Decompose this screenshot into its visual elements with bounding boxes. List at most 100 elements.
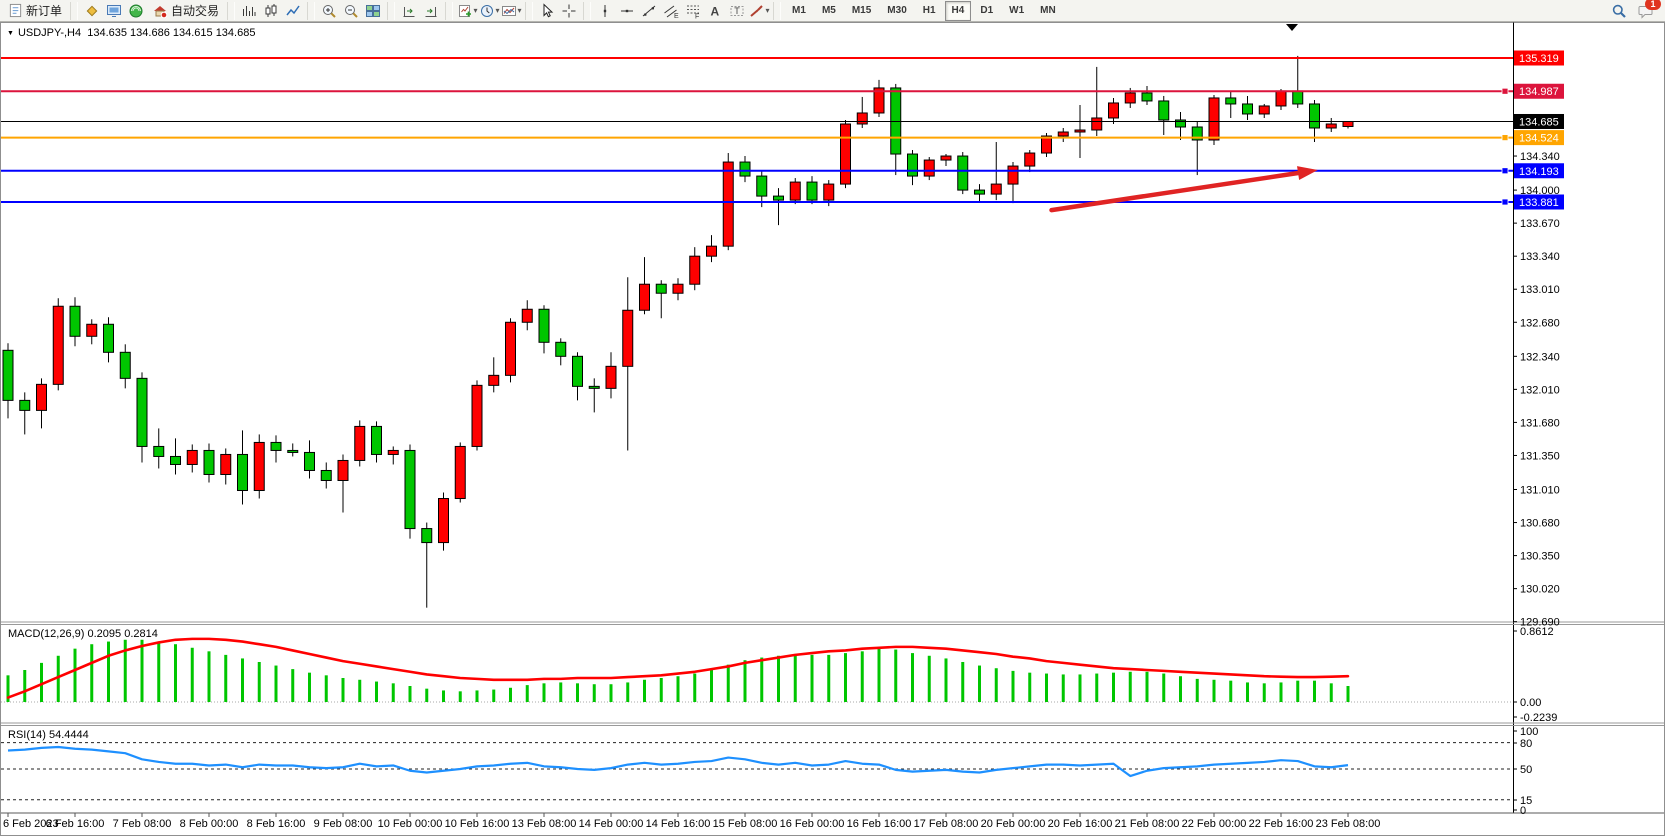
cursor-icon[interactable] — [536, 1, 558, 21]
time-tick-label: 7 Feb 08:00 — [113, 818, 172, 830]
rsi-tick-label: 100 — [1520, 726, 1538, 738]
macd-hist-bar — [325, 675, 328, 702]
new-chart-icon[interactable]: ▾ — [456, 1, 478, 21]
macd-hist-bar — [291, 669, 294, 702]
candle — [20, 400, 30, 410]
chevron-down-icon[interactable]: ▾ — [518, 6, 522, 15]
text-icon[interactable]: A — [704, 1, 726, 21]
timeframe-W1[interactable]: W1 — [1002, 1, 1031, 21]
rsi-name: RSI(14) — [8, 729, 46, 741]
price-line-label: 134.987 — [1519, 86, 1559, 98]
rsi-value: 54.4444 — [49, 729, 89, 741]
macd-hist-bar — [677, 676, 680, 702]
metaeditor-icon[interactable] — [81, 1, 103, 21]
new-order-button[interactable]: 新订单 — [3, 0, 67, 22]
autotrading-button[interactable]: 自动交易 — [147, 0, 224, 22]
macd-hist-bar — [1045, 674, 1048, 702]
timeframe-H1[interactable]: H1 — [916, 1, 943, 21]
zoom-in-icon[interactable] — [318, 1, 340, 21]
hline-handle[interactable] — [1502, 135, 1508, 141]
chevron-down-icon[interactable]: ▾ — [474, 6, 478, 15]
timeframe-M15[interactable]: M15 — [845, 1, 878, 21]
line-chart-icon[interactable] — [282, 1, 304, 21]
macd-hist-bar — [392, 683, 395, 702]
candle — [757, 176, 767, 196]
macd-hist-bar — [1280, 682, 1283, 702]
price-axis[interactable]: 134.340134.000133.670133.340133.010132.6… — [1513, 151, 1560, 817]
tile-windows-icon[interactable] — [362, 1, 384, 21]
data-window-icon[interactable] — [103, 1, 125, 21]
notifications-icon[interactable]: 1 — [1634, 1, 1656, 21]
timeframe-MN[interactable]: MN — [1033, 1, 1063, 21]
macd-hist-bar — [777, 656, 780, 702]
macd-hist-bar — [174, 644, 177, 702]
macd-hist-bar — [894, 650, 897, 702]
candle — [187, 450, 197, 464]
chart-window[interactable]: 135.319134.987134.685134.524134.193133.8… — [0, 22, 1665, 837]
chevron-down-icon[interactable]: ▾ — [766, 6, 770, 15]
candle — [1343, 121, 1353, 126]
candle — [573, 356, 583, 386]
price-line-label: 133.881 — [1519, 197, 1559, 209]
vertical-line-icon[interactable] — [594, 1, 616, 21]
candle — [991, 184, 1001, 194]
text-icon: A — [707, 3, 723, 19]
crosshair-icon[interactable] — [558, 1, 580, 21]
chart-frame — [1, 23, 1665, 836]
hline-handle[interactable] — [1502, 199, 1508, 205]
candle — [1075, 130, 1085, 132]
macd-hist-bar — [1313, 681, 1316, 702]
fibonacci-icon[interactable]: F — [682, 1, 704, 21]
hline-handle[interactable] — [1502, 88, 1508, 94]
text-label-icon[interactable]: T — [726, 1, 748, 21]
templates-icon[interactable]: ▾ — [500, 1, 522, 21]
macd-hist-bar — [1330, 683, 1333, 702]
timeframe-M30[interactable]: M30 — [880, 1, 913, 21]
hline-handle[interactable] — [1502, 168, 1508, 174]
auto-scroll-icon[interactable] — [420, 1, 442, 21]
timeframe-M5[interactable]: M5 — [815, 1, 843, 21]
candle — [656, 284, 666, 293]
macd-hist-bar — [1229, 681, 1232, 702]
candle — [405, 450, 415, 528]
search-icon[interactable] — [1608, 1, 1630, 21]
horizontal-line-icon[interactable] — [616, 1, 638, 21]
chevron-down-icon[interactable]: ▾ — [496, 6, 500, 15]
zoom-out-icon[interactable] — [340, 1, 362, 21]
arrows-icon[interactable]: ▾ — [748, 1, 770, 21]
equidistant-channel-icon[interactable]: E — [660, 1, 682, 21]
candle — [1259, 106, 1269, 114]
macd-indicator-label: MACD(12,26,9) 0.2095 0.2814 — [8, 628, 158, 640]
candle — [1008, 166, 1018, 184]
macd-hist-bar — [90, 644, 93, 702]
chart-shift-icon[interactable] — [398, 1, 420, 21]
candle — [288, 450, 298, 452]
templates-icon — [501, 3, 517, 19]
macd-hist-bar — [928, 656, 931, 702]
fibonacci-icon: F — [685, 3, 701, 19]
toolbar-separator — [307, 2, 315, 20]
svg-text:F: F — [695, 13, 699, 19]
chart-canvas[interactable]: 135.319134.987134.685134.524134.193133.8… — [0, 22, 1665, 837]
periods-icon[interactable]: ▾ — [478, 1, 500, 21]
collapse-triangle-icon[interactable]: ▼ — [7, 30, 14, 37]
svg-text:E: E — [674, 13, 679, 19]
candle — [154, 446, 164, 456]
timeframe-H4[interactable]: H4 — [945, 1, 972, 21]
timeframe-D1[interactable]: D1 — [973, 1, 1000, 21]
line-chart-icon — [285, 3, 301, 19]
candle — [221, 454, 231, 474]
bar-chart-icon[interactable] — [238, 1, 260, 21]
rsi-tick-label: 50 — [1520, 764, 1532, 776]
price-line-label: 135.319 — [1519, 53, 1559, 65]
candle — [422, 529, 432, 543]
candlestick-chart-icon[interactable] — [260, 1, 282, 21]
signals-icon[interactable] — [125, 1, 147, 21]
timeframe-M1[interactable]: M1 — [785, 1, 813, 21]
macd-hist-bar — [911, 653, 914, 702]
macd-hist-bar — [1162, 674, 1165, 702]
trendline-icon[interactable] — [638, 1, 660, 21]
macd-hist-bar — [224, 655, 227, 702]
macd-tick-label: 0.8612 — [1520, 626, 1554, 638]
vertical-line-icon — [597, 3, 613, 19]
